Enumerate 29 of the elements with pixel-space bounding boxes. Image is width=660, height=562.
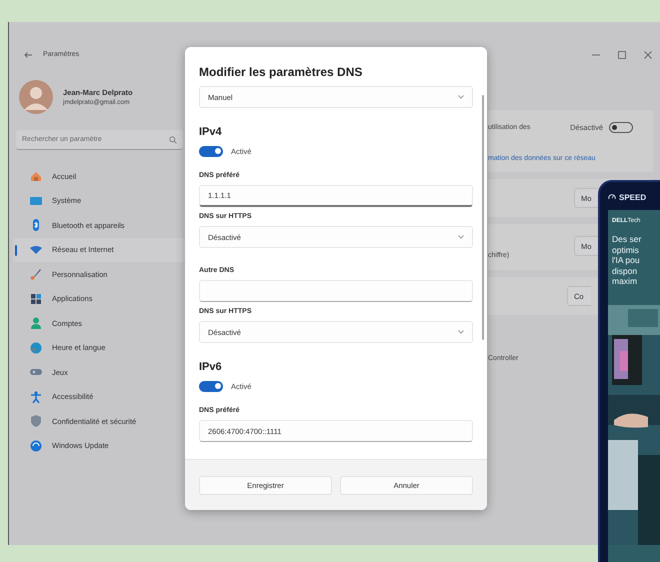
chevron-down-icon <box>458 330 464 334</box>
monitor-icon <box>30 194 42 207</box>
section-heading: IPv4 <box>199 125 223 140</box>
ad-text: Des ser optimis l'IA pou dispon maxim <box>612 234 642 286</box>
toggle-switch[interactable] <box>199 146 223 156</box>
app-title: SPEED <box>619 192 646 202</box>
shield-icon <box>30 415 42 428</box>
accessibility-icon <box>30 390 42 403</box>
update-icon <box>30 440 42 452</box>
back-arrow-icon[interactable] <box>23 50 33 60</box>
search-icon <box>169 136 177 144</box>
chevron-down-icon <box>458 95 464 99</box>
wifi-icon <box>30 244 42 256</box>
bluetooth-icon <box>30 219 42 232</box>
scrollbar[interactable] <box>482 95 484 340</box>
section-heading: IPv6 <box>199 360 223 375</box>
house-icon <box>30 170 42 182</box>
chevron-down-icon <box>458 235 464 239</box>
close-icon[interactable] <box>643 50 653 60</box>
person-icon <box>30 317 42 330</box>
input-field[interactable] <box>199 280 473 302</box>
toggle-switch[interactable] <box>199 380 223 392</box>
avatar <box>19 80 53 114</box>
maximize-icon[interactable] <box>617 50 627 60</box>
toggle-switch[interactable] <box>609 122 633 132</box>
dialog-title: Modifier les paramètres DNS <box>199 64 364 81</box>
apps-icon <box>30 292 42 305</box>
brush-icon <box>30 268 42 280</box>
gauge-icon <box>608 193 616 201</box>
